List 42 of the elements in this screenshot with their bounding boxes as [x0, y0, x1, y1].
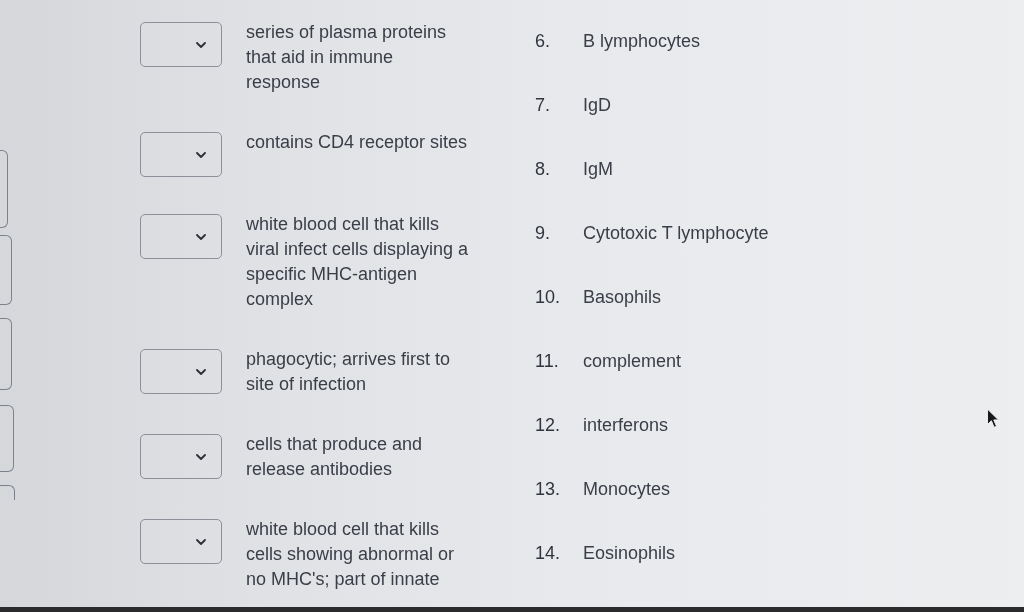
prompt-text: series of plasma proteins that aid in immune response: [246, 21, 448, 94]
choice-number: 9.: [535, 222, 551, 245]
cut-off-field[interactable]: [0, 318, 12, 390]
chevron-down-icon: [196, 151, 206, 158]
choice-label: IgD: [583, 94, 611, 117]
prompt-text: contains CD4 receptor sites: [246, 131, 469, 154]
answer-dropdown[interactable]: [140, 132, 222, 177]
choice-number: 11.: [535, 350, 560, 373]
answer-dropdown[interactable]: [140, 434, 222, 479]
mouse-pointer-icon: [986, 408, 1000, 429]
answer-dropdown[interactable]: [140, 349, 222, 394]
prompt-text: phagocytic; arrives first to site of infection: [246, 348, 452, 396]
chevron-down-icon: [196, 233, 206, 240]
choice-number: 13.: [535, 478, 562, 501]
answer-dropdown[interactable]: [140, 519, 222, 564]
choice-label: complement: [583, 350, 682, 373]
choice-label: Monocytes: [583, 478, 671, 501]
choice-label: Basophils: [583, 286, 662, 309]
chevron-down-icon: [196, 453, 206, 460]
choice-label: B lymphocytes: [583, 30, 701, 53]
choice-label: IgM: [583, 158, 613, 181]
choice-number: 14.: [535, 542, 562, 565]
choice-number: 7.: [535, 94, 551, 117]
choice-label: Cytotoxic T lymphocyte: [583, 222, 769, 245]
chevron-down-icon: [196, 368, 206, 375]
choice-number: 8.: [535, 158, 551, 181]
prompt-text: cells that produce and release antibodies: [246, 433, 424, 481]
answer-dropdown[interactable]: [140, 22, 222, 67]
choice-label: interferons: [583, 414, 669, 437]
chevron-down-icon: [196, 538, 206, 545]
choice-number: 10.: [535, 286, 562, 309]
choice-number: 6.: [535, 30, 551, 53]
cut-off-field[interactable]: [0, 485, 15, 500]
answer-dropdown[interactable]: [140, 214, 222, 259]
cut-off-field[interactable]: [0, 405, 14, 472]
chevron-down-icon: [196, 41, 206, 48]
cut-off-field[interactable]: [0, 235, 12, 305]
prompt-text: white blood cell that kills cells showing abnormal or no MHC's; part of innate: [246, 518, 456, 591]
prompt-text: white blood cell that kills viral infect cells displaying a specific MHC-antigen complex: [246, 213, 470, 311]
choice-label: Eosinophils: [583, 542, 676, 565]
cut-off-field[interactable]: [0, 150, 8, 228]
choice-number: 12.: [535, 414, 562, 437]
